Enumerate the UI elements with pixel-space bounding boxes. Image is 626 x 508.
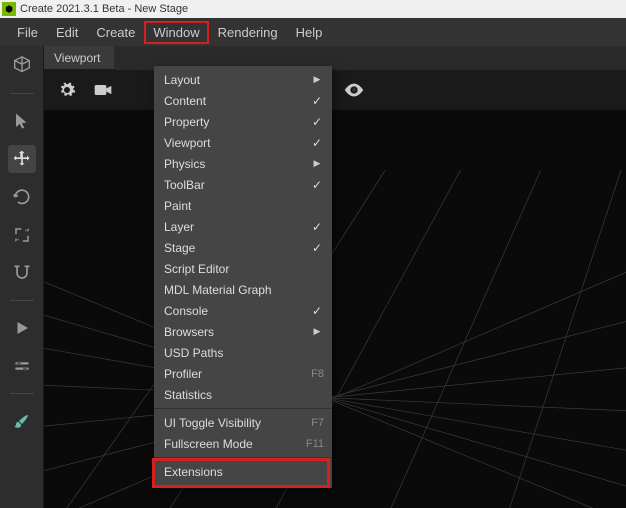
toolbar-divider — [10, 393, 34, 394]
menu-item-label: Browsers — [164, 325, 310, 339]
menu-item-label: Layout — [164, 73, 310, 87]
menu-separator — [154, 408, 332, 409]
main-area: Viewport — [0, 46, 626, 508]
menu-item-label: Layer — [164, 220, 310, 234]
menu-item-label: Viewport — [164, 136, 310, 150]
menu-item-label: MDL Material Graph — [164, 283, 324, 297]
play-tool-icon[interactable] — [8, 314, 36, 342]
menu-item-ui-toggle[interactable]: UI Toggle Visibility F7 — [154, 412, 332, 433]
menu-item-label: Property — [164, 115, 310, 129]
menu-item-layer[interactable]: Layer ✓ — [154, 216, 332, 237]
window-title: Create 2021.3.1 Beta - New Stage — [20, 3, 188, 15]
menu-item-label: Extensions — [164, 465, 324, 479]
menu-separator — [154, 457, 332, 458]
menu-item-extensions[interactable]: Extensions — [154, 461, 332, 482]
check-icon: ✓ — [310, 136, 324, 150]
menu-item-label: ToolBar — [164, 178, 310, 192]
submenu-arrow-icon: ▶ — [310, 326, 324, 337]
menu-item-statistics[interactable]: Statistics — [154, 384, 332, 405]
settings-toggle-icon[interactable] — [8, 352, 36, 380]
menu-file[interactable]: File — [8, 21, 47, 44]
cube-tool-icon[interactable] — [8, 52, 36, 80]
menu-item-viewport[interactable]: Viewport ✓ — [154, 132, 332, 153]
menu-item-label: Stage — [164, 241, 310, 255]
check-icon: ✓ — [310, 178, 324, 192]
menu-window[interactable]: Window — [144, 21, 208, 44]
menu-shortcut: F8 — [311, 368, 324, 380]
app-icon: ⬢ — [2, 2, 16, 16]
menu-item-label: Script Editor — [164, 262, 324, 276]
menu-item-profiler[interactable]: Profiler F8 — [154, 363, 332, 384]
move-tool-icon[interactable] — [8, 145, 36, 173]
menu-item-toolbar[interactable]: ToolBar ✓ — [154, 174, 332, 195]
menu-item-browsers[interactable]: Browsers ▶ — [154, 321, 332, 342]
toolbar-divider — [10, 300, 34, 301]
menu-item-usd-paths[interactable]: USD Paths — [154, 342, 332, 363]
menu-create[interactable]: Create — [87, 21, 144, 44]
menu-item-label: Statistics — [164, 388, 324, 402]
menu-item-label: UI Toggle Visibility — [164, 416, 305, 430]
menu-item-label: Physics — [164, 157, 310, 171]
window-dropdown: Layout ▶ Content ✓ Property ✓ Viewport ✓… — [154, 66, 332, 488]
menu-item-stage[interactable]: Stage ✓ — [154, 237, 332, 258]
check-icon: ✓ — [310, 241, 324, 255]
snap-tool-icon[interactable] — [8, 259, 36, 287]
grid-floor — [44, 110, 626, 508]
menu-item-fullscreen[interactable]: Fullscreen Mode F11 — [154, 433, 332, 454]
brush-tool-icon[interactable] — [8, 407, 36, 435]
menubar: File Edit Create Window Rendering Help — [0, 18, 626, 46]
check-icon: ✓ — [310, 115, 324, 129]
check-icon: ✓ — [310, 220, 324, 234]
viewport-tab[interactable]: Viewport — [44, 46, 114, 70]
submenu-arrow-icon: ▶ — [310, 74, 324, 85]
eye-icon[interactable] — [343, 79, 365, 101]
menu-item-mdl[interactable]: MDL Material Graph — [154, 279, 332, 300]
menu-rendering[interactable]: Rendering — [209, 21, 287, 44]
menu-item-label: Fullscreen Mode — [164, 437, 300, 451]
menu-item-script-editor[interactable]: Script Editor — [154, 258, 332, 279]
check-icon: ✓ — [310, 304, 324, 318]
submenu-arrow-icon: ▶ — [310, 158, 324, 169]
camera-icon[interactable] — [92, 79, 114, 101]
menu-shortcut: F7 — [311, 417, 324, 429]
menu-item-physics[interactable]: Physics ▶ — [154, 153, 332, 174]
menu-help[interactable]: Help — [287, 21, 332, 44]
gear-icon[interactable] — [56, 79, 78, 101]
menu-item-label: Content — [164, 94, 310, 108]
menu-item-label: Console — [164, 304, 310, 318]
check-icon: ✓ — [310, 94, 324, 108]
menu-item-console[interactable]: Console ✓ — [154, 300, 332, 321]
menu-item-label: Paint — [164, 199, 324, 213]
left-toolbar — [0, 46, 44, 508]
menu-item-content[interactable]: Content ✓ — [154, 90, 332, 111]
menu-item-property[interactable]: Property ✓ — [154, 111, 332, 132]
scale-tool-icon[interactable] — [8, 221, 36, 249]
menu-item-label: Profiler — [164, 367, 305, 381]
titlebar: ⬢ Create 2021.3.1 Beta - New Stage — [0, 0, 626, 18]
menu-shortcut: F11 — [306, 438, 324, 450]
content-area: Viewport — [44, 46, 626, 508]
menu-edit[interactable]: Edit — [47, 21, 87, 44]
menu-item-layout[interactable]: Layout ▶ — [154, 69, 332, 90]
viewport-3d[interactable] — [44, 110, 626, 508]
toolbar-divider — [10, 93, 34, 94]
menu-item-paint[interactable]: Paint — [154, 195, 332, 216]
rotate-tool-icon[interactable] — [8, 183, 36, 211]
menu-item-label: USD Paths — [164, 346, 324, 360]
select-tool-icon[interactable] — [8, 107, 36, 135]
viewport-toolbar — [44, 70, 626, 110]
